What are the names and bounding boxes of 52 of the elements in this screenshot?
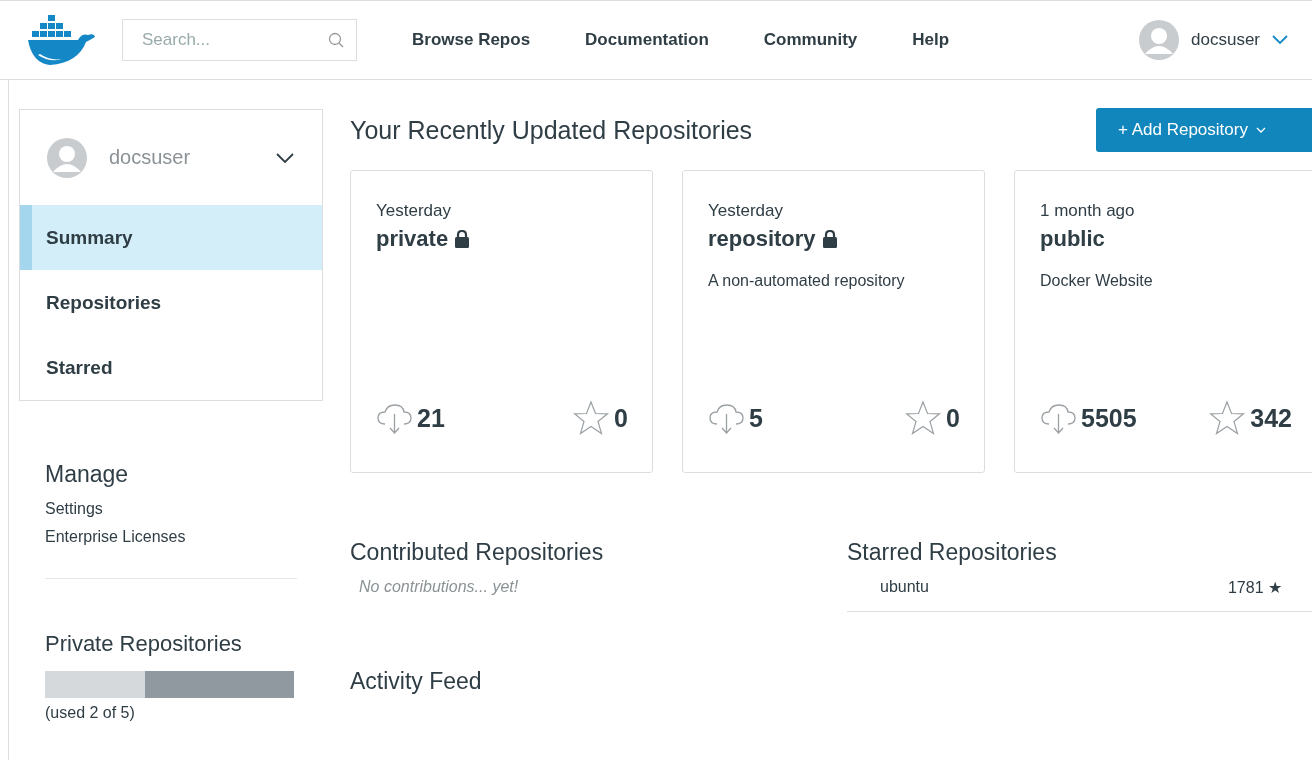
star-count: 1781 ★ <box>1227 578 1282 597</box>
section-heading: Starred Repositories <box>847 539 1058 566</box>
sidebar-item[interactable]: Starred <box>20 335 322 400</box>
pull-count: 5 <box>749 403 763 433</box>
star-icon <box>573 400 611 436</box>
star-icon <box>905 400 943 436</box>
chevron-down-icon <box>1272 35 1288 45</box>
star-count: 0 <box>614 403 628 433</box>
search-field[interactable]: Search... <box>122 19 357 61</box>
star-count: 0 <box>946 403 960 433</box>
starred-repo-name[interactable]: ubuntu <box>880 578 929 597</box>
sidebar-item[interactable]: Summary <box>20 205 322 270</box>
repo-name[interactable]: public <box>1040 226 1105 252</box>
section-heading: Activity Feed <box>350 668 483 695</box>
repo-name[interactable]: private <box>376 226 449 252</box>
section-heading: Contributed Repositories <box>350 539 605 566</box>
avatar-icon <box>47 137 87 178</box>
star-icon <box>1209 400 1247 436</box>
nav-link[interactable]: Community <box>763 30 858 50</box>
pull-count: 5505 <box>1081 403 1137 433</box>
updated-time: Yesterday <box>708 201 784 221</box>
chevron-down-icon <box>276 152 294 163</box>
sidebar-item[interactable]: Repositories <box>20 270 322 335</box>
section-heading: Your Recently Updated Repositories <box>350 115 753 145</box>
star-count: 342 <box>1250 403 1292 433</box>
manage-link[interactable]: Enterprise Licenses <box>45 528 323 546</box>
cloud-download-icon <box>376 401 413 435</box>
chevron-down-icon <box>1255 127 1266 133</box>
lock-icon <box>454 230 471 248</box>
repo-description: A non-automated repository <box>708 272 906 290</box>
account-name: docsuser <box>109 146 192 169</box>
add-repository-button[interactable]: + Add Repository <box>1096 108 1312 152</box>
nav-link[interactable]: Help <box>912 30 950 50</box>
lock-icon <box>821 230 838 248</box>
manage-link[interactable]: Settings <box>45 500 323 518</box>
section-heading: Manage <box>45 461 130 488</box>
nav-link[interactable]: Documentation <box>585 30 709 50</box>
docker-whale-logo <box>28 15 95 65</box>
cloud-download-icon <box>1040 401 1077 435</box>
avatar-icon <box>1139 20 1179 60</box>
updated-time: 1 month ago <box>1040 201 1136 221</box>
empty-message: No contributions... yet! <box>359 578 520 596</box>
cloud-download-icon <box>708 401 745 435</box>
updated-time: Yesterday <box>376 201 452 221</box>
repo-description: Docker Website <box>1040 272 1154 290</box>
repo-name[interactable]: repository <box>708 226 816 252</box>
section-heading: Private Repositories <box>45 631 243 657</box>
pull-count: 21 <box>417 403 445 433</box>
user-menu-name[interactable]: docsuser <box>1191 30 1260 50</box>
usage-text: (used 2 of 5) <box>45 704 136 722</box>
nav-link[interactable]: Browse Repos <box>412 30 531 50</box>
search-icon <box>328 32 344 48</box>
